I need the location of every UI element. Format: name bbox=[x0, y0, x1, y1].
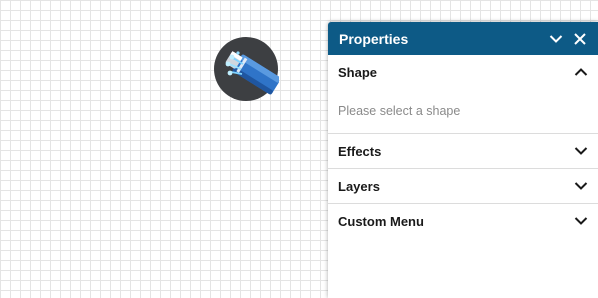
properties-header: Properties bbox=[328, 22, 598, 55]
section-effects-header[interactable]: Effects bbox=[328, 134, 598, 168]
section-label: Shape bbox=[338, 64, 378, 80]
chevron-down-icon bbox=[574, 179, 588, 193]
collapse-panel-button[interactable] bbox=[548, 31, 564, 47]
section-effects: Effects bbox=[328, 134, 598, 169]
section-custom-menu: Custom Menu bbox=[328, 204, 598, 238]
close-panel-button[interactable] bbox=[572, 31, 588, 47]
section-label: Effects bbox=[338, 143, 382, 159]
section-label: Custom Menu bbox=[338, 213, 424, 229]
chevron-down-icon bbox=[574, 144, 588, 158]
section-shape-body: Please select a shape bbox=[328, 89, 598, 133]
panel-title: Properties bbox=[339, 30, 409, 47]
section-shape: Shape Please select a shape bbox=[328, 55, 598, 134]
section-custom-menu-header[interactable]: Custom Menu bbox=[328, 204, 598, 238]
section-layers: Layers bbox=[328, 169, 598, 204]
section-label: Layers bbox=[338, 178, 380, 194]
chevron-up-icon bbox=[574, 65, 588, 79]
chevron-down-icon bbox=[549, 34, 563, 43]
properties-panel: Properties Shape Please select a shape E… bbox=[328, 22, 598, 298]
close-icon bbox=[574, 32, 586, 45]
section-layers-header[interactable]: Layers bbox=[328, 169, 598, 203]
no-selection-message: Please select a shape bbox=[338, 104, 461, 118]
fiber-optic-cable-icon[interactable] bbox=[213, 36, 281, 102]
chevron-down-icon bbox=[574, 214, 588, 228]
section-shape-header[interactable]: Shape bbox=[328, 55, 598, 89]
